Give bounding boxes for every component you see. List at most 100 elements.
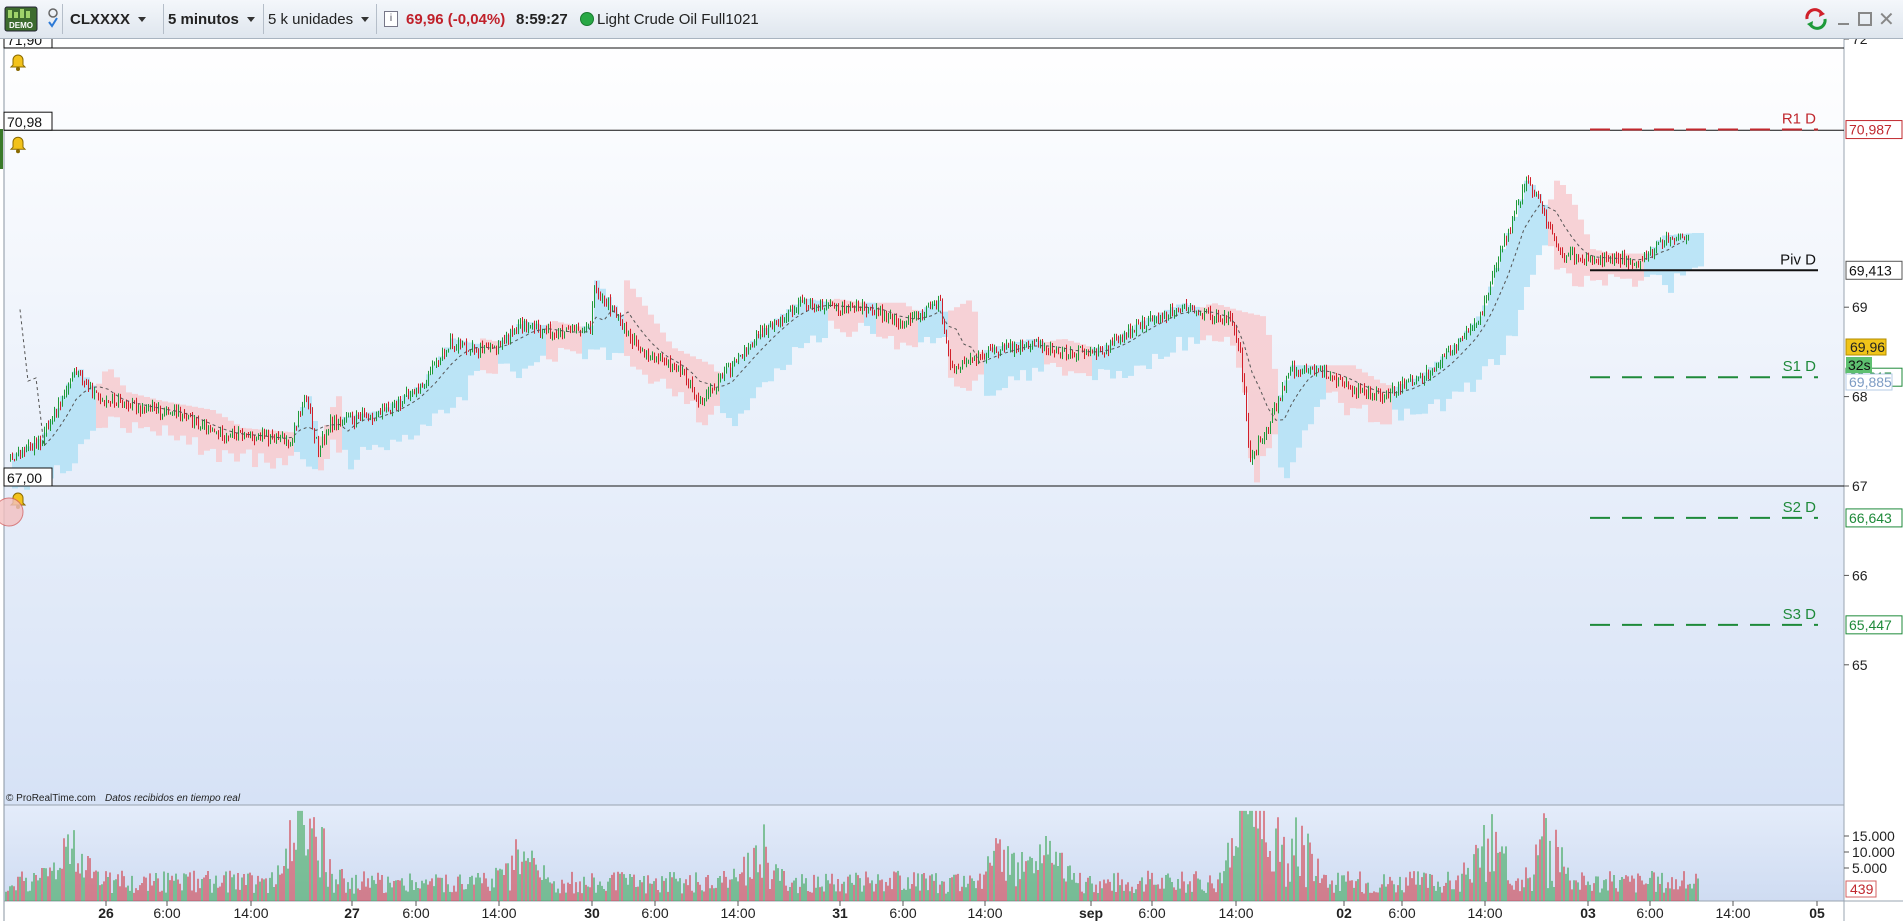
timeframe-label: 5 minutos	[168, 10, 239, 28]
units-selector[interactable]: 5 k unidades	[268, 0, 374, 38]
cloud-segment	[960, 303, 966, 388]
pivot-label: Piv D	[1780, 251, 1816, 268]
alert-level-label: 71,90	[7, 39, 42, 48]
time-axis-label: 27	[344, 905, 360, 921]
cloud-segment	[702, 361, 708, 426]
time-axis-label: 14:00	[1467, 905, 1502, 921]
cloud-segment	[1260, 316, 1266, 457]
time-axis-label: 6:00	[889, 905, 916, 921]
time-axis-label: 14:00	[481, 905, 516, 921]
cloud-segment	[1518, 199, 1524, 310]
sync-icon[interactable]	[46, 0, 60, 38]
last-update-time: 8:59:27	[516, 10, 568, 28]
time-axis-label: 6:00	[153, 905, 180, 921]
demo-logo: DEMO	[4, 0, 40, 38]
cloud-segment	[1494, 267, 1500, 365]
chevron-down-icon	[246, 16, 255, 22]
price-axis-label: 72	[1852, 39, 1868, 47]
pivot-value: 69,413	[1849, 262, 1892, 278]
price-axis-label: 65	[1852, 657, 1868, 673]
time-axis-label: 26	[98, 905, 114, 921]
demo-logo-icon: DEMO	[4, 6, 38, 32]
svg-text:439: 439	[1850, 881, 1874, 897]
pivot-label: R1 D	[1782, 111, 1816, 128]
cloud-segment	[126, 392, 132, 433]
last-price-tag: 69,96	[1845, 338, 1887, 356]
volume-axis-label: 5.000	[1852, 860, 1887, 876]
symbol-selector[interactable]: CLXXXX	[70, 0, 166, 38]
cloud-segment	[672, 348, 678, 397]
volume-current-tag: 439	[1845, 880, 1877, 898]
time-axis-label: 14:00	[1218, 905, 1253, 921]
close-icon[interactable]: ✕	[1878, 0, 1896, 38]
chevron-down-icon	[361, 16, 370, 22]
cloud-segment	[642, 305, 648, 375]
pivot-label: S2 D	[1783, 499, 1817, 516]
time-axis-label: 6:00	[1388, 905, 1415, 921]
cloud-segment	[1284, 380, 1290, 479]
alert-level-label: 70,98	[7, 114, 42, 130]
time-axis-label: 6:00	[402, 905, 429, 921]
chart-canvas[interactable]: 73,2771,9070,9867,00 R3 D73,757R2 D72,18…	[0, 39, 1903, 921]
cloud-segment	[1680, 233, 1686, 276]
time-axis-label: 6:00	[1138, 905, 1165, 921]
time-axis-label: 14:00	[720, 905, 755, 921]
highlight-marker	[0, 497, 24, 527]
info-icon[interactable]: i	[384, 0, 400, 38]
time-axis-label: 30	[584, 905, 600, 921]
cloud-segment	[990, 347, 996, 396]
time-axis: 26 6:00 14:00 27 6:00 14:00 30 6:00 14:00 31 6:00 1…	[98, 901, 1825, 921]
refresh-icon[interactable]	[1803, 0, 1829, 38]
cloud-segment	[384, 407, 390, 451]
volume-axis-label: 15.000	[1852, 828, 1895, 844]
cloud-segment	[468, 342, 474, 376]
pivot-label: S1 D	[1783, 358, 1817, 375]
time-axis-label: 14:00	[1715, 905, 1750, 921]
time-axis-label: 14:00	[967, 905, 1002, 921]
symbol-label: CLXXXX	[70, 10, 131, 28]
cloud-segment	[966, 300, 972, 391]
svg-text:32s: 32s	[1848, 357, 1871, 373]
price-chart[interactable]: 73,2771,9070,9867,00 R3 D73,757R2 D72,18…	[0, 39, 1903, 921]
minimize-icon[interactable]	[1838, 0, 1854, 38]
pivot-value: 65,447	[1849, 617, 1892, 633]
svg-text:69,885: 69,885	[1849, 374, 1892, 390]
cloud-segment	[636, 297, 642, 370]
cloud-segment	[696, 359, 702, 423]
cloud-segment	[1512, 216, 1518, 337]
cloud-segment	[198, 407, 204, 455]
time-axis-label: 14:00	[233, 905, 268, 921]
svg-text:DEMO: DEMO	[9, 21, 33, 30]
ma-value-tag: 69,885	[1845, 373, 1893, 391]
cloud-segment	[726, 367, 732, 419]
cloud-segment	[348, 415, 354, 470]
cloud-segment	[1692, 232, 1698, 268]
cloud-segment	[1500, 249, 1506, 356]
pivot-value: 70,987	[1849, 122, 1892, 138]
timeframe-selector[interactable]: 5 minutos	[168, 0, 262, 38]
cloud-segment	[1344, 365, 1350, 416]
time-axis-label: sep	[1079, 905, 1103, 921]
volume-axis-label: 10.000	[1852, 844, 1895, 860]
cloud-segment	[624, 280, 630, 356]
status-dot-icon	[580, 0, 594, 38]
cloud-segment	[612, 305, 618, 353]
price-axis-label: 67	[1852, 478, 1868, 494]
cloud-segment	[1506, 232, 1512, 336]
cloud-segment	[462, 341, 468, 401]
cloud-segment	[1572, 204, 1578, 287]
countdown-tag: 32s	[1846, 357, 1872, 373]
time-axis-label: 05	[1809, 905, 1825, 921]
cloud-segment	[1698, 232, 1704, 267]
svg-text:69,96: 69,96	[1850, 339, 1885, 355]
cloud-segment	[930, 303, 936, 344]
cloud-segment	[1302, 365, 1308, 431]
maximize-icon[interactable]	[1858, 0, 1874, 38]
price-axis-label: 69	[1852, 299, 1868, 315]
cloud-segment	[552, 321, 558, 362]
footer-note: Datos recibidos en tiempo real	[105, 793, 241, 804]
time-axis-label: 31	[832, 905, 848, 921]
cloud-segment	[1524, 180, 1530, 287]
cloud-segment	[1536, 193, 1542, 256]
time-axis-label: 02	[1336, 905, 1352, 921]
